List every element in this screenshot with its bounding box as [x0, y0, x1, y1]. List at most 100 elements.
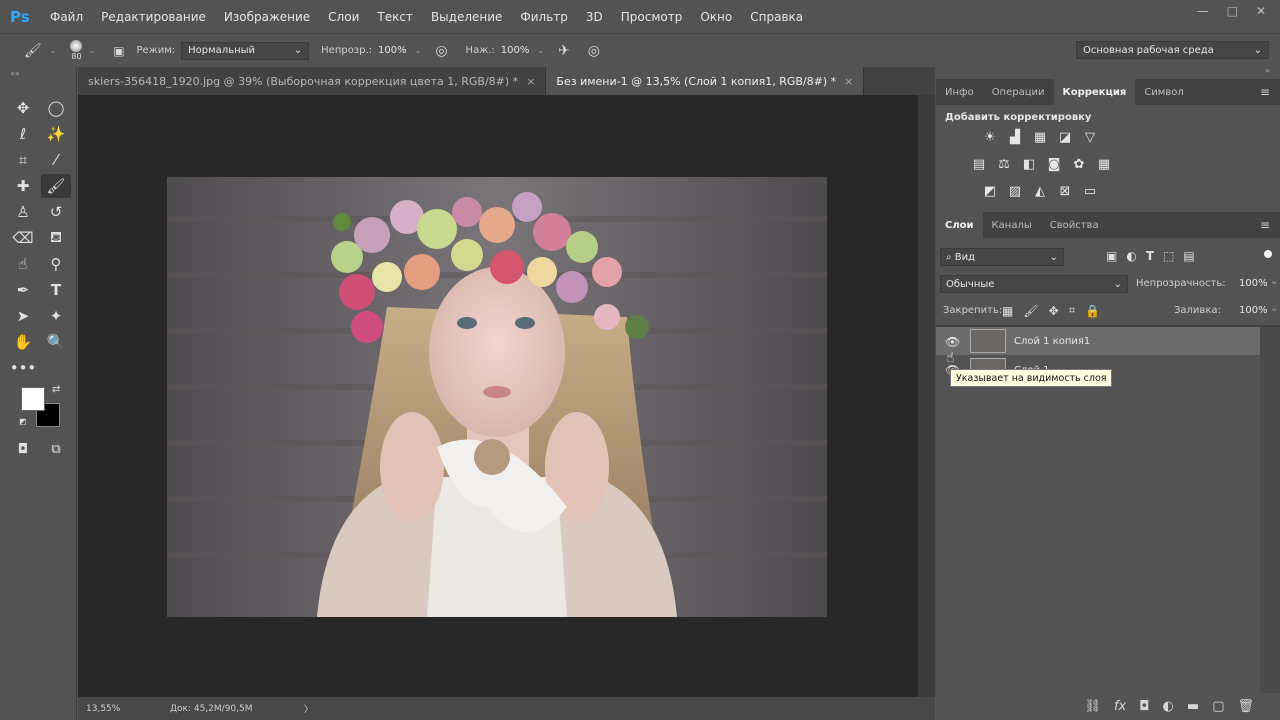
- document-image[interactable]: [167, 177, 827, 617]
- maximize-button[interactable]: □: [1227, 4, 1238, 18]
- blend-mode-select[interactable]: Обычные ⌄: [940, 275, 1128, 293]
- swap-colors-icon[interactable]: ⇄: [52, 384, 60, 395]
- layer-row[interactable]: Слой 1 копия1: [970, 327, 1260, 355]
- menu-window[interactable]: Окно: [700, 10, 732, 24]
- menu-image[interactable]: Изображение: [224, 10, 310, 24]
- levels-icon[interactable]: ▟: [1007, 129, 1023, 145]
- status-arrow-icon[interactable]: 〉: [304, 702, 313, 715]
- dodge-tool-icon[interactable]: ⚲: [41, 252, 71, 276]
- tab-channels[interactable]: Каналы: [983, 212, 1041, 238]
- opacity-value[interactable]: 100%: [378, 45, 407, 56]
- fill-chevron-icon[interactable]: ⌄: [1270, 303, 1278, 314]
- zoom-tool-icon[interactable]: 🔍: [41, 330, 71, 354]
- brush-preset-picker[interactable]: 80: [70, 40, 83, 61]
- smudge-tool-icon[interactable]: ☝: [8, 252, 38, 276]
- menu-filter[interactable]: Фильтр: [520, 10, 567, 24]
- default-colors-icon[interactable]: ◩: [19, 417, 27, 426]
- lock-artboard-icon[interactable]: ⌗: [1069, 303, 1076, 318]
- menu-edit[interactable]: Редактирование: [101, 10, 206, 24]
- type-tool-icon[interactable]: T: [41, 278, 71, 302]
- opacity-chevron-icon[interactable]: ⌄: [1270, 276, 1278, 287]
- close-icon[interactable]: ×: [526, 75, 535, 88]
- new-group-icon[interactable]: ▬: [1187, 699, 1199, 714]
- menu-type[interactable]: Текст: [377, 10, 413, 24]
- layer-filter-select[interactable]: ⌕ Вид ⌄: [940, 248, 1064, 266]
- add-mask-icon[interactable]: ◘: [1139, 699, 1149, 714]
- collapse-toolbar-icon[interactable]: ««: [10, 69, 20, 78]
- color-lookup-icon[interactable]: ▦: [1096, 156, 1112, 172]
- layers-scrollbar[interactable]: [1260, 327, 1280, 693]
- lock-all-icon[interactable]: 🔒: [1085, 304, 1100, 318]
- pixel-filter-icon[interactable]: ▣: [1106, 249, 1117, 263]
- curves-icon[interactable]: ▦: [1032, 129, 1048, 145]
- hand-tool-icon[interactable]: ✋: [8, 330, 38, 354]
- custom-shape-icon[interactable]: ✦: [41, 304, 71, 328]
- history-brush-icon[interactable]: ↺: [41, 200, 71, 224]
- healing-brush-icon[interactable]: ✚: [8, 174, 38, 198]
- lock-transparent-icon[interactable]: ▦: [1002, 304, 1013, 318]
- adjustment-filter-icon[interactable]: ◐: [1126, 249, 1136, 263]
- smart-object-filter-icon[interactable]: ▤: [1183, 249, 1194, 263]
- zoom-level[interactable]: 13,55%: [86, 704, 158, 714]
- delete-layer-icon[interactable]: 🗑: [1237, 699, 1254, 714]
- menu-file[interactable]: Файл: [50, 10, 83, 24]
- magic-wand-icon[interactable]: ✨: [41, 122, 71, 146]
- tool-preset-chevron-icon[interactable]: ⌄: [50, 46, 57, 55]
- quick-mask-icon[interactable]: ◘: [8, 437, 38, 461]
- color-balance-icon[interactable]: ⚖: [996, 156, 1012, 172]
- collapse-panels-icon[interactable]: »: [1265, 66, 1270, 75]
- ellipse-marquee-icon[interactable]: ◯: [41, 96, 71, 120]
- new-adjustment-icon[interactable]: ◐: [1163, 699, 1174, 714]
- photo-filter-icon[interactable]: ◙: [1046, 156, 1062, 172]
- brush-panel-icon[interactable]: ▣: [113, 44, 124, 58]
- menu-select[interactable]: Выделение: [431, 10, 502, 24]
- tab-actions[interactable]: Операции: [983, 79, 1054, 105]
- menu-view[interactable]: Просмотр: [621, 10, 683, 24]
- invert-icon[interactable]: ◩: [982, 183, 998, 199]
- layers-menu-icon[interactable]: ≡: [1260, 218, 1270, 232]
- tab-info[interactable]: Инфо: [936, 79, 983, 105]
- menu-3d[interactable]: 3D: [586, 10, 603, 24]
- tab-properties[interactable]: Свойства: [1041, 212, 1108, 238]
- minimize-button[interactable]: —: [1197, 4, 1209, 18]
- menu-help[interactable]: Справка: [750, 10, 803, 24]
- pen-tool-icon[interactable]: ✒: [8, 278, 38, 302]
- menu-layer[interactable]: Слои: [328, 10, 359, 24]
- close-button[interactable]: ✕: [1256, 4, 1266, 18]
- hue-saturation-icon[interactable]: ▤: [971, 156, 987, 172]
- layer-opacity-value[interactable]: 100%: [1239, 278, 1268, 289]
- tab-skiers[interactable]: skiers-356418_1920.jpg @ 39% (Выборочная…: [78, 67, 547, 95]
- fill-value[interactable]: 100%: [1239, 305, 1268, 316]
- screen-mode-icon[interactable]: ⧉: [41, 437, 71, 461]
- canvas-area[interactable]: [78, 95, 918, 697]
- eyedropper-icon[interactable]: ⁄: [41, 148, 71, 172]
- gradient-map-icon[interactable]: ▭: [1082, 183, 1098, 199]
- pressure-size-icon[interactable]: ◎: [588, 43, 600, 59]
- mode-select[interactable]: Нормальный ⌄: [181, 41, 310, 60]
- paint-bucket-icon[interactable]: ⛾: [41, 226, 71, 250]
- channel-mixer-icon[interactable]: ✿: [1071, 156, 1087, 172]
- canvas-vertical-scrollbar[interactable]: [918, 95, 935, 697]
- pressure-opacity-icon[interactable]: ◎: [435, 43, 447, 59]
- black-white-icon[interactable]: ◧: [1021, 156, 1037, 172]
- panel-menu-icon[interactable]: ≡: [1260, 85, 1270, 99]
- more-tools-icon[interactable]: •••: [8, 356, 38, 380]
- exposure-icon[interactable]: ◪: [1057, 129, 1073, 145]
- brush-tool-icon[interactable]: 🖌: [24, 43, 42, 59]
- brush-chevron-icon[interactable]: ⌄: [88, 46, 95, 55]
- brush-tool-icon[interactable]: 🖌: [41, 174, 71, 198]
- vibrance-icon[interactable]: ▽: [1082, 129, 1098, 145]
- crop-tool-icon[interactable]: ⌗: [8, 148, 38, 172]
- close-icon[interactable]: ×: [844, 75, 853, 88]
- flow-chevron-icon[interactable]: ⌄: [537, 46, 544, 55]
- new-layer-icon[interactable]: ▢: [1212, 699, 1224, 714]
- move-tool-icon[interactable]: ✥: [8, 96, 38, 120]
- shape-filter-icon[interactable]: ⬚: [1163, 249, 1174, 263]
- visibility-eye-icon[interactable]: 👁: [945, 335, 960, 349]
- threshold-icon[interactable]: ◭: [1032, 183, 1048, 199]
- tab-layers[interactable]: Слои: [936, 212, 983, 238]
- lock-position-icon[interactable]: ✥: [1049, 304, 1059, 318]
- clone-stamp-icon[interactable]: ♙: [8, 200, 38, 224]
- path-selection-icon[interactable]: ➤: [8, 304, 38, 328]
- tab-adjustments[interactable]: Коррекция: [1053, 79, 1136, 105]
